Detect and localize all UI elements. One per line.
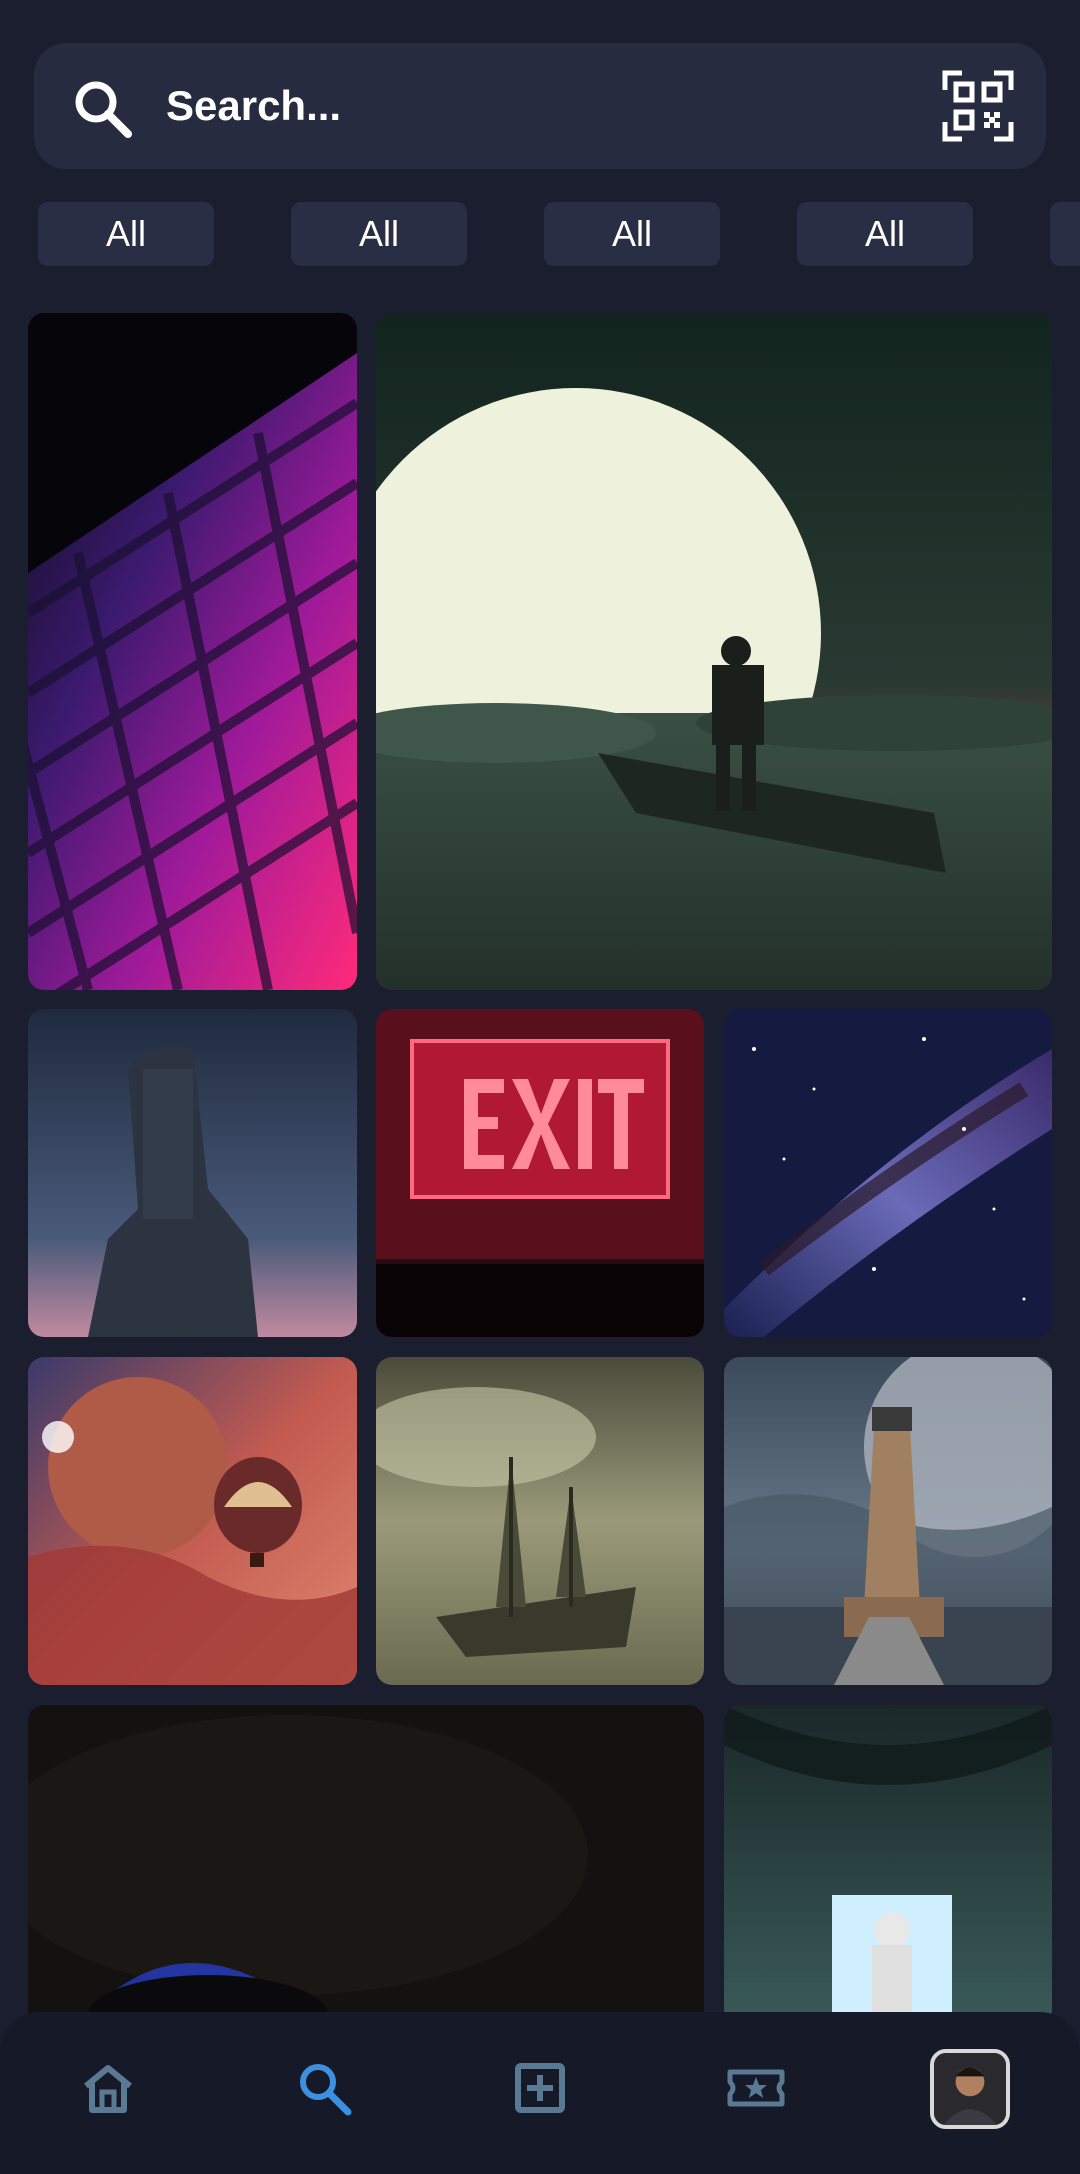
filter-chip[interactable]: All (797, 202, 973, 266)
gallery-image-astronaut[interactable] (724, 1705, 1052, 2025)
search-input[interactable]: Search... (166, 82, 341, 130)
search-icon[interactable] (294, 2058, 354, 2118)
gallery-image-milky-way[interactable] (724, 1009, 1052, 1337)
filter-chip[interactable]: All (38, 202, 214, 266)
gallery-image-ghost-ship[interactable] (376, 1357, 704, 1685)
gallery-image-moai[interactable] (28, 1009, 357, 1337)
gallery-image-lighthouse[interactable] (724, 1357, 1052, 1685)
gallery-image-moon-boat[interactable] (376, 313, 1052, 990)
filter-chip[interactable] (1050, 202, 1080, 266)
filter-chips: All All All All (0, 202, 1080, 266)
home-icon[interactable] (78, 2058, 138, 2118)
gallery-image-exit[interactable] (376, 1009, 704, 1337)
add-box-icon[interactable] (510, 2058, 570, 2118)
profile-avatar[interactable] (930, 2049, 1010, 2129)
gallery-image-balloon[interactable] (28, 1357, 357, 1685)
qr-code-icon[interactable] (942, 70, 1014, 142)
gallery-image-keyboard[interactable] (28, 313, 357, 990)
search-icon[interactable] (70, 76, 134, 140)
filter-chip[interactable]: All (544, 202, 720, 266)
ticket-star-icon[interactable] (726, 2058, 786, 2118)
filter-chip[interactable]: All (291, 202, 467, 266)
gallery-image-eye[interactable] (28, 1705, 704, 2025)
